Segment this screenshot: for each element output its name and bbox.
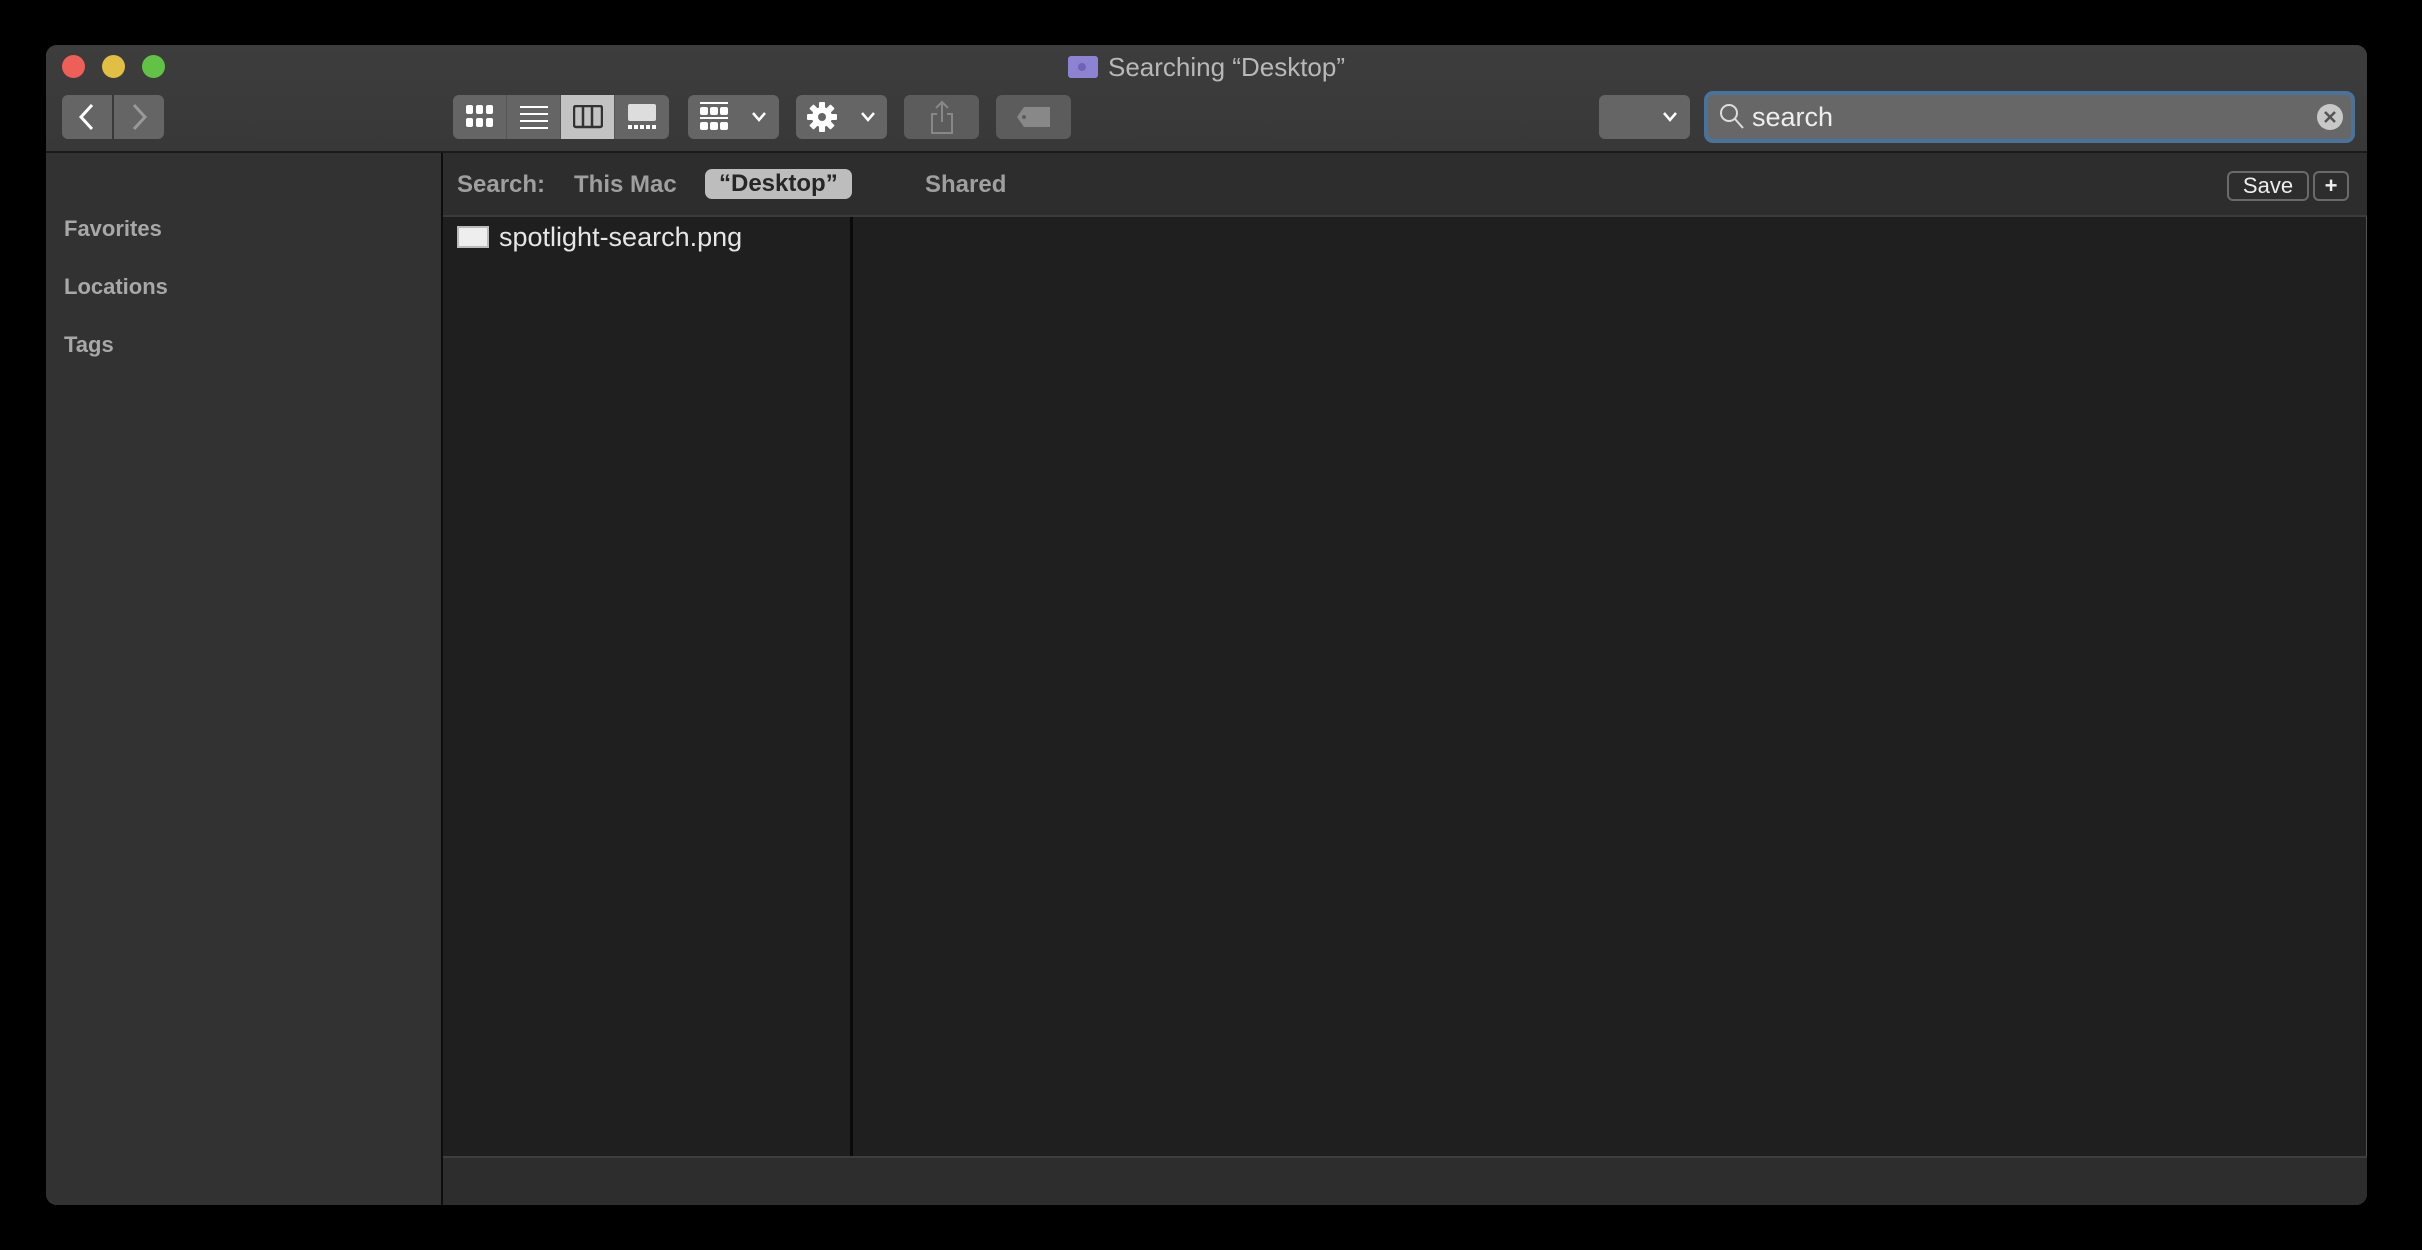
back-button[interactable] xyxy=(62,95,112,139)
close-icon xyxy=(2324,111,2336,123)
icon-view-button[interactable] xyxy=(453,95,507,139)
share-icon xyxy=(930,100,953,134)
view-mode-group xyxy=(453,95,669,139)
list-item[interactable]: spotlight-search.png xyxy=(443,217,850,257)
save-search-button[interactable]: Save xyxy=(2227,171,2309,201)
chevron-right-icon xyxy=(132,103,148,131)
gallery-view-button[interactable] xyxy=(615,95,669,139)
chevron-down-icon xyxy=(1663,112,1677,122)
gear-icon xyxy=(807,102,838,132)
sidebar: Favorites Locations Tags xyxy=(46,153,443,1205)
toolbar: Searching “Desktop” xyxy=(46,45,2367,153)
scope-this-mac[interactable]: This Mac xyxy=(574,171,677,199)
sidebar-section-locations[interactable]: Locations xyxy=(64,274,168,300)
action-button[interactable] xyxy=(796,95,887,139)
scope-label: Search: xyxy=(457,171,546,198)
sidebar-section-tags[interactable]: Tags xyxy=(64,332,114,358)
search-scope-bar: Search: This Mac “Desktop” Shared Save + xyxy=(443,153,2367,217)
image-file-icon xyxy=(457,226,489,248)
scope-shared[interactable]: Shared xyxy=(925,171,1006,199)
scope-desktop[interactable]: “Desktop” xyxy=(705,169,852,199)
results-column: spotlight-search.png xyxy=(443,217,853,1156)
window-title-text: Searching “Desktop” xyxy=(1108,52,1345,82)
status-bar xyxy=(443,1156,2367,1205)
chevron-down-icon xyxy=(860,112,875,122)
chevron-down-icon xyxy=(752,112,767,122)
gallery-icon xyxy=(628,104,656,129)
arrange-dropdown[interactable] xyxy=(1599,95,1690,139)
share-button[interactable] xyxy=(904,95,979,139)
finder-window: Searching “Desktop” search Favorites Loc… xyxy=(46,45,2367,1205)
group-icon xyxy=(699,102,728,130)
tag-button[interactable] xyxy=(996,95,1071,139)
add-criteria-button[interactable]: + xyxy=(2313,171,2349,201)
search-field[interactable] xyxy=(1704,91,2355,143)
file-name: spotlight-search.png xyxy=(499,221,743,252)
group-by-button[interactable] xyxy=(688,95,779,139)
tag-icon xyxy=(1016,107,1050,127)
grid-icon xyxy=(465,105,493,127)
clear-search-button[interactable] xyxy=(2317,104,2343,130)
search-input[interactable] xyxy=(1752,99,2292,135)
search-icon xyxy=(1720,104,1744,129)
window-title: Searching “Desktop” xyxy=(46,51,2367,83)
forward-button[interactable] xyxy=(114,95,164,139)
sidebar-section-favorites[interactable]: Favorites xyxy=(64,216,162,242)
chevron-left-icon xyxy=(78,103,94,131)
list-view-button[interactable] xyxy=(507,95,561,139)
column-view-button[interactable] xyxy=(561,95,615,139)
list-icon xyxy=(519,106,548,129)
smart-folder-icon xyxy=(1068,56,1098,78)
columns-icon xyxy=(572,105,603,129)
